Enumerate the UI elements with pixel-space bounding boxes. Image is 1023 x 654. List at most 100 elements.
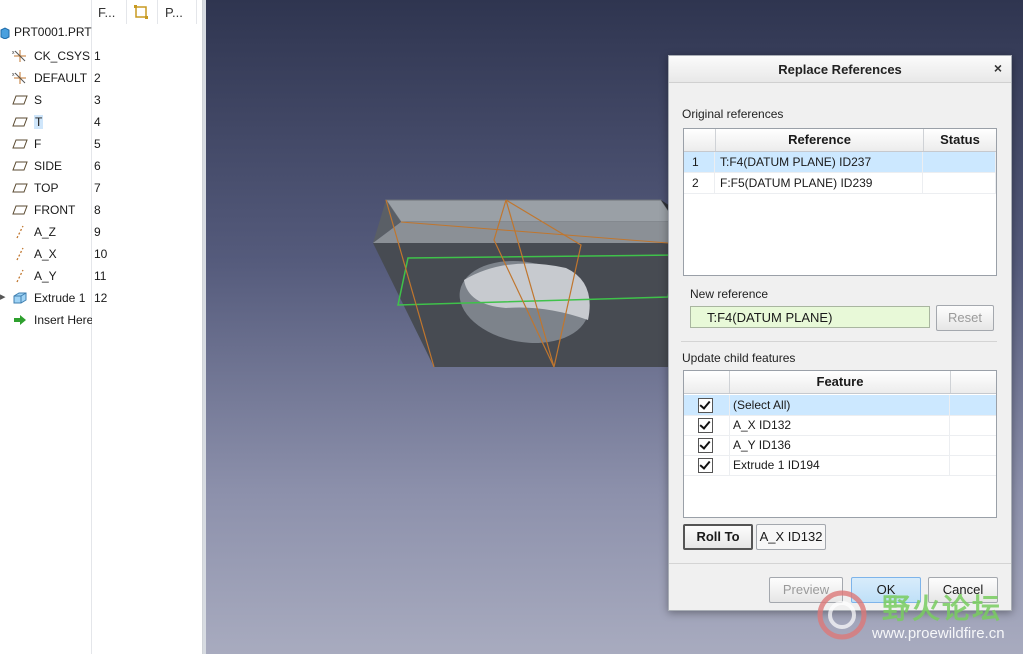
tree-item-label: CK_CSYS <box>34 49 91 63</box>
tree-item-feature-number: 12 <box>94 291 108 305</box>
column-separator[interactable] <box>157 0 158 24</box>
feature-checkbox[interactable] <box>698 398 713 413</box>
tree-item-f[interactable]: F5 <box>0 133 200 155</box>
column-header-extra[interactable] <box>951 371 996 393</box>
table-row[interactable]: A_X ID132 <box>684 415 996 436</box>
datum-plane-icon <box>12 137 28 151</box>
tree-item-a-z[interactable]: A_Z 9 <box>0 221 200 243</box>
expand-arrow-icon[interactable]: ▸ <box>0 290 6 303</box>
table-row[interactable]: 1 T:F4(DATUM PLANE) ID237 <box>684 152 996 173</box>
tree-item-label: A_Z <box>34 225 57 239</box>
tree-item-label: F <box>34 137 42 151</box>
tree-item-feature-number: 9 <box>94 225 101 239</box>
replace-references-dialog: Replace References × Original references… <box>668 55 1012 611</box>
status-cell <box>924 173 996 193</box>
reset-button[interactable]: Reset <box>936 305 994 331</box>
checkbox-cell <box>684 455 730 475</box>
column-separator[interactable] <box>126 0 127 24</box>
watermark-logo-icon <box>817 590 867 640</box>
tree-item-side[interactable]: SIDE 6 <box>0 155 200 177</box>
column-header-index[interactable] <box>684 129 716 151</box>
reference-cell: T:F4(DATUM PLANE) ID237 <box>716 152 923 172</box>
tree-item-label: SIDE <box>34 159 63 173</box>
forum-watermark: 野火论坛 www.proewildfire.cn <box>812 585 1017 647</box>
svg-text:x: x <box>12 50 15 56</box>
datum-plane-icon <box>12 159 28 173</box>
close-icon[interactable]: × <box>994 60 1002 76</box>
button-area-divider <box>669 563 1011 564</box>
new-reference-collector[interactable]: T:F4(DATUM PLANE) <box>690 306 930 328</box>
tree-root-part[interactable]: PRT0001.PRT <box>14 25 92 39</box>
tree-item-ck-csys[interactable]: x CK_CSYS 1 <box>0 45 200 67</box>
model-tree: F... P... PRT0001.PRT x CK_CSYS 1 x DEFAULT 2… <box>0 0 203 654</box>
datum-plane-icon <box>12 115 28 129</box>
table-row[interactable]: 2 F:F5(DATUM PLANE) ID239 <box>684 173 996 194</box>
tree-item-insert-here[interactable]: Insert Here <box>0 309 200 331</box>
feature-checkbox[interactable] <box>698 418 713 433</box>
tree-item-label: A_X <box>34 247 57 261</box>
child-features-table: Feature (Select All) A_X ID132 A_Y ID136 Ex… <box>683 370 997 518</box>
column-header-checkbox[interactable] <box>684 371 730 393</box>
tree-item-top[interactable]: TOP 7 <box>0 177 200 199</box>
column-header-p[interactable]: P... <box>165 5 183 20</box>
section-divider <box>681 341 997 342</box>
block-top-face <box>385 199 677 223</box>
tree-item-label: A_Y <box>34 269 57 283</box>
checkbox-cell <box>684 435 730 455</box>
tree-item-front[interactable]: FRONT 8 <box>0 199 200 221</box>
tree-item-feature-number: 7 <box>94 181 101 195</box>
watermark-chinese-text: 野火论坛 <box>882 593 1003 624</box>
tree-item-t[interactable]: T4 <box>0 111 200 133</box>
dialog-titlebar[interactable]: Replace References × <box>669 56 1011 83</box>
table-header: Reference Status <box>684 129 996 152</box>
tree-item-label: T <box>34 115 44 129</box>
tree-item-default[interactable]: x DEFAULT 2 <box>0 67 200 89</box>
checkbox-cell <box>684 415 730 435</box>
roll-to-button[interactable]: Roll To <box>683 524 753 550</box>
row-index: 1 <box>684 152 715 172</box>
update-child-features-label: Update child features <box>682 351 796 365</box>
feature-checkbox[interactable] <box>698 438 713 453</box>
reference-cell: F:F5(DATUM PLANE) ID239 <box>716 173 923 193</box>
tree-item-extrude-1[interactable]: ▸ Extrude 1 12 <box>0 287 200 309</box>
column-header-reference[interactable]: Reference <box>716 129 924 151</box>
checkbox-cell <box>684 395 730 415</box>
column-separator[interactable] <box>196 0 197 24</box>
tree-item-s[interactable]: S3 <box>0 89 200 111</box>
feature-checkbox[interactable] <box>698 458 713 473</box>
datum-plane-icon <box>12 181 28 195</box>
tree-item-label: Extrude 1 <box>34 291 86 305</box>
tree-item-feature-number: 3 <box>94 93 101 107</box>
tree-item-label: TOP <box>34 181 59 195</box>
insert-arrow-icon <box>12 313 28 327</box>
feature-cell: (Select All) <box>730 395 950 415</box>
tree-item-label: DEFAULT <box>34 71 88 85</box>
column-header-feature[interactable]: Feature <box>730 371 951 393</box>
roll-to-feature-field[interactable]: A_X ID132 <box>756 524 826 550</box>
datum-axis-icon <box>12 225 28 239</box>
column-header-status[interactable]: Status <box>924 129 996 151</box>
original-references-label: Original references <box>682 107 784 121</box>
tree-item-a-x[interactable]: A_X 10 <box>0 243 200 265</box>
csys-icon: x <box>12 49 28 63</box>
table-row[interactable]: Extrude 1 ID194 <box>684 455 996 476</box>
tree-item-label: S <box>34 93 43 107</box>
status-cell <box>924 152 996 172</box>
column-header-status-icon[interactable] <box>133 4 149 23</box>
original-references-table: Reference Status 1 T:F4(DATUM PLANE) ID23… <box>683 128 997 276</box>
feature-cell: A_X ID132 <box>730 415 950 435</box>
tree-item-feature-number: 10 <box>94 247 108 261</box>
model-tree-header: F... P... <box>0 0 202 26</box>
select-all-row[interactable]: (Select All) <box>684 395 996 416</box>
extrude-icon <box>12 291 28 305</box>
row-index: 2 <box>684 173 715 193</box>
tree-item-feature-number: 1 <box>94 49 101 63</box>
column-header-feature-id[interactable]: F... <box>98 5 115 20</box>
tree-item-feature-number: 11 <box>94 269 107 283</box>
datum-axis-icon <box>12 269 28 283</box>
tree-item-a-y[interactable]: A_Y 11 <box>0 265 200 287</box>
svg-text:x: x <box>12 72 15 78</box>
tree-item-feature-number: 8 <box>94 203 101 217</box>
feature-cell: A_Y ID136 <box>730 435 950 455</box>
table-row[interactable]: A_Y ID136 <box>684 435 996 456</box>
